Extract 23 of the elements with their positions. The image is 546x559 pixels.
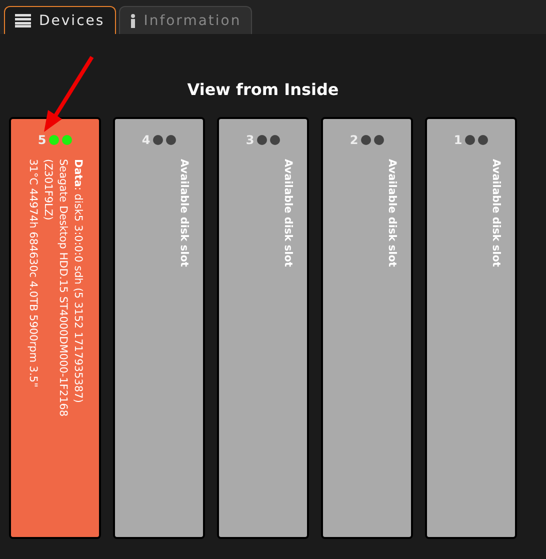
- slot-text: Available disk slot: [281, 159, 295, 267]
- slot-text: Available disk slot: [385, 159, 399, 267]
- list-icon: [15, 14, 31, 28]
- slot-text: Available disk slot: [489, 159, 503, 267]
- slot-number: 3: [246, 133, 254, 147]
- slot-number: 1: [454, 133, 462, 147]
- empty-slot[interactable]: 2 Available disk slot: [321, 117, 413, 539]
- slot-text: 31°C 44974h 684630c 4.0TB 5900rpm 3.5": [26, 159, 40, 390]
- empty-slot[interactable]: 4 Available disk slot: [113, 117, 205, 539]
- slot-number: 5: [38, 133, 46, 147]
- empty-slot[interactable]: 1 Available disk slot: [425, 117, 517, 539]
- view-title: View from Inside: [187, 80, 339, 101]
- tab[interactable]: Devices: [4, 6, 116, 34]
- slot-text: Available disk slot: [177, 159, 191, 267]
- empty-slot[interactable]: 3 Available disk slot: [217, 117, 309, 539]
- slot-text: Seagate Desktop HDD.15 ST4000DM000-1F2168: [56, 159, 70, 417]
- info-icon: [130, 14, 136, 28]
- slot-number: 2: [350, 133, 358, 147]
- slot-number: 4: [142, 133, 150, 147]
- slot-text: (Z301F9LZ): [41, 159, 55, 222]
- disk-slot[interactable]: 5 Data: disk5 3:0:0:0 sdh (5 3152 1717935387) Seagate Desktop HDD.15 ST4000DM000-1F2168 (Z301F9LZ) 31°C 44974h 684630c 4.0TB 5900rpm 3.5": [9, 117, 101, 539]
- slot-text: Data: disk5 3:0:0:0 sdh (5 3152 1717935387): [71, 159, 85, 405]
- tab[interactable]: Information: [118, 6, 252, 34]
